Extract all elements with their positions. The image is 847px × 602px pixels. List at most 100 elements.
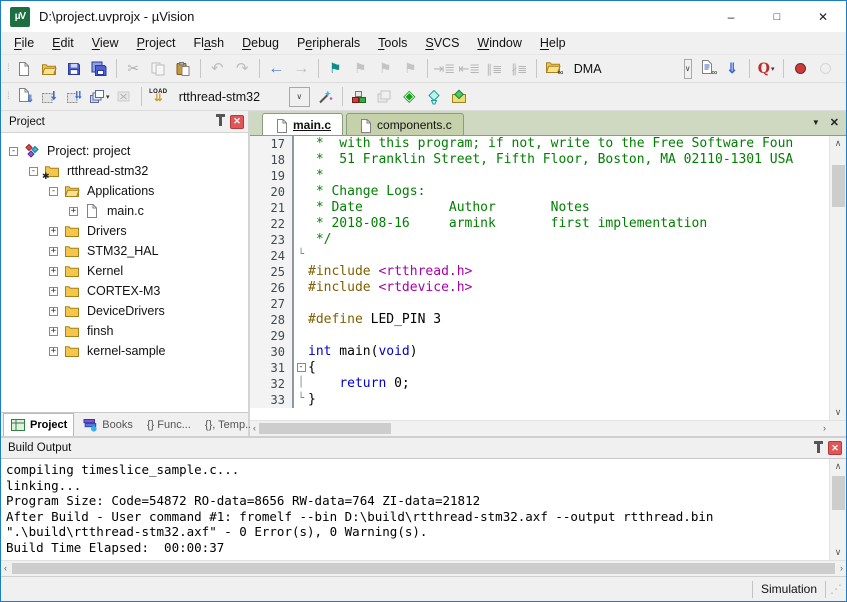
rebuild-button[interactable] — [62, 85, 87, 108]
target-options-button[interactable] — [313, 85, 338, 108]
code-line-21[interactable]: 21 * Date Author Notes — [250, 200, 829, 216]
scroll-right-icon[interactable]: › — [820, 421, 829, 436]
uncomment-button[interactable]: ∦≣ — [507, 57, 532, 80]
manage-rte-button[interactable]: ◈ — [397, 85, 422, 108]
bookmark-toggle-button[interactable]: ⚑ — [323, 57, 348, 80]
editor-vertical-scrollbar[interactable]: ∧ ∨ — [829, 136, 846, 420]
code-line-31[interactable]: 31-{ — [250, 360, 829, 376]
menu-view[interactable]: View — [83, 33, 128, 53]
editor-horizontal-scrollbar[interactable]: ‹ › — [250, 420, 846, 436]
bookmark-clear-button[interactable]: ⚑ — [398, 57, 423, 80]
find-combobox[interactable]: DMA — [566, 62, 684, 76]
menu-debug[interactable]: Debug — [233, 33, 288, 53]
menu-tools[interactable]: Tools — [369, 33, 416, 53]
code-line-19[interactable]: 19 * — [250, 168, 829, 184]
pin-icon[interactable] — [817, 444, 820, 453]
fold-margin[interactable]: - — [294, 360, 308, 376]
target-combobox-dropdown-button[interactable]: ∨ — [289, 87, 310, 107]
stop-build-button[interactable] — [112, 85, 137, 108]
navigate-back-button[interactable]: ← — [264, 57, 289, 80]
panel-tab-books[interactable]: Books — [76, 413, 139, 436]
maximize-button[interactable]: □ — [754, 1, 800, 32]
select-packs-button[interactable] — [422, 85, 447, 108]
editor-tab-components-c[interactable]: components.c — [346, 113, 464, 135]
menu-edit[interactable]: Edit — [43, 33, 83, 53]
scroll-down-icon[interactable]: ∨ — [832, 405, 845, 420]
tree-item-finsh[interactable]: +finsh — [1, 321, 248, 341]
menu-svcs[interactable]: SVCS — [416, 33, 468, 53]
open-folder-button[interactable] — [37, 57, 62, 80]
bookmark-next-button[interactable]: ⚑ — [373, 57, 398, 80]
tree-item-kernel-sample[interactable]: +kernel-sample — [1, 341, 248, 361]
scroll-up-icon[interactable]: ∧ — [832, 136, 845, 151]
scroll-left-icon[interactable]: ‹ — [1, 561, 10, 576]
indent-button[interactable]: ⇥≣ — [432, 57, 457, 80]
toolbar-grip[interactable]: ⁞ — [7, 91, 8, 102]
minimize-button[interactable]: – — [708, 1, 754, 32]
incremental-find-button[interactable]: ⇓ — [720, 57, 745, 80]
search-tool-button[interactable]: Q▾ — [754, 57, 779, 80]
bookmark-prev-button[interactable]: ⚑ — [348, 57, 373, 80]
code-line-30[interactable]: 30int main(void) — [250, 344, 829, 360]
code-line-18[interactable]: 18 * 51 Franklin Street, Fifth Floor, Bo… — [250, 152, 829, 168]
code-line-29[interactable]: 29 — [250, 328, 829, 344]
tree-expander-icon[interactable]: + — [49, 267, 58, 276]
tree-item-kernel[interactable]: +Kernel — [1, 261, 248, 281]
build-output-horizontal-scrollbar[interactable]: ‹ › — [1, 560, 846, 576]
tree-item-drivers[interactable]: +Drivers — [1, 221, 248, 241]
target-combobox[interactable]: rtthread-stm32 — [171, 90, 289, 104]
code-line-24[interactable]: 24└ — [250, 248, 829, 264]
tree-expander-icon[interactable]: + — [49, 227, 58, 236]
editor-hscroll-thumb[interactable] — [259, 423, 391, 434]
navigate-forward-button[interactable]: → — [289, 57, 314, 80]
breakpoint-enable-button[interactable] — [813, 57, 838, 80]
code-line-28[interactable]: 28#define LED_PIN 3 — [250, 312, 829, 328]
scroll-left-icon[interactable]: ‹ — [250, 421, 259, 436]
build-output-hscroll-thumb[interactable] — [12, 563, 835, 574]
menu-file[interactable]: File — [5, 33, 43, 53]
tree-expander-icon[interactable]: + — [69, 207, 78, 216]
toolbar-grip[interactable]: ⁞ — [7, 63, 8, 74]
editor-close-icon[interactable]: ✕ — [830, 116, 839, 129]
code-line-27[interactable]: 27 — [250, 296, 829, 312]
comment-button[interactable]: ∥≣ — [482, 57, 507, 80]
pack-installer-button[interactable] — [447, 85, 472, 108]
batch-build-button[interactable]: ▾ — [87, 85, 112, 108]
code-line-33[interactable]: 33└} — [250, 392, 829, 408]
scroll-down-icon[interactable]: ∨ — [832, 545, 845, 560]
copy-button[interactable] — [146, 57, 171, 80]
menu-flash[interactable]: Flash — [185, 33, 234, 53]
tree-item-main-c[interactable]: +main.c — [1, 201, 248, 221]
close-button[interactable]: ✕ — [800, 1, 846, 32]
panel-tab-project[interactable]: Project — [3, 413, 74, 436]
save-all-button[interactable] — [87, 57, 112, 80]
build-output-vscroll-thumb[interactable] — [832, 476, 845, 510]
tree-expander-icon[interactable]: + — [49, 307, 58, 316]
tree-expander-icon[interactable]: + — [49, 347, 58, 356]
project-panel-close-icon[interactable]: ✕ — [230, 115, 244, 129]
code-line-22[interactable]: 22 * 2018-08-16 armink first implementat… — [250, 216, 829, 232]
build-output-vertical-scrollbar[interactable]: ∧ ∨ — [829, 459, 846, 560]
find-in-files-button[interactable]: ∞ — [541, 57, 566, 80]
breakpoint-toggle-button[interactable] — [788, 57, 813, 80]
redo-button[interactable]: ↷ — [230, 57, 255, 80]
panel-tab--func-[interactable]: {} Func... — [141, 413, 197, 436]
tree-item-devicedrivers[interactable]: +DeviceDrivers — [1, 301, 248, 321]
tree-item-stm32-hal[interactable]: +STM32_HAL — [1, 241, 248, 261]
paste-button[interactable] — [171, 57, 196, 80]
editor-tab-main-c[interactable]: main.c — [262, 113, 343, 135]
resize-grip[interactable]: ⋰ — [826, 582, 846, 596]
tree-item-applications[interactable]: -Applications — [1, 181, 248, 201]
scroll-right-icon[interactable]: › — [837, 561, 846, 576]
tree-expander-icon[interactable]: + — [49, 247, 58, 256]
breakpoint-clipped-button[interactable] — [838, 57, 846, 80]
menu-peripherals[interactable]: Peripherals — [288, 33, 369, 53]
undo-button[interactable]: ↶ — [205, 57, 230, 80]
find-in-document-button[interactable]: ∞ — [695, 57, 720, 80]
translate-button[interactable]: ⇓ — [12, 85, 37, 108]
tree-item-cortex-m3[interactable]: +CORTEX-M3 — [1, 281, 248, 301]
tree-expander-icon[interactable]: - — [9, 147, 18, 156]
menu-window[interactable]: Window — [468, 33, 530, 53]
file-extensions-button[interactable] — [372, 85, 397, 108]
build-button[interactable] — [37, 85, 62, 108]
